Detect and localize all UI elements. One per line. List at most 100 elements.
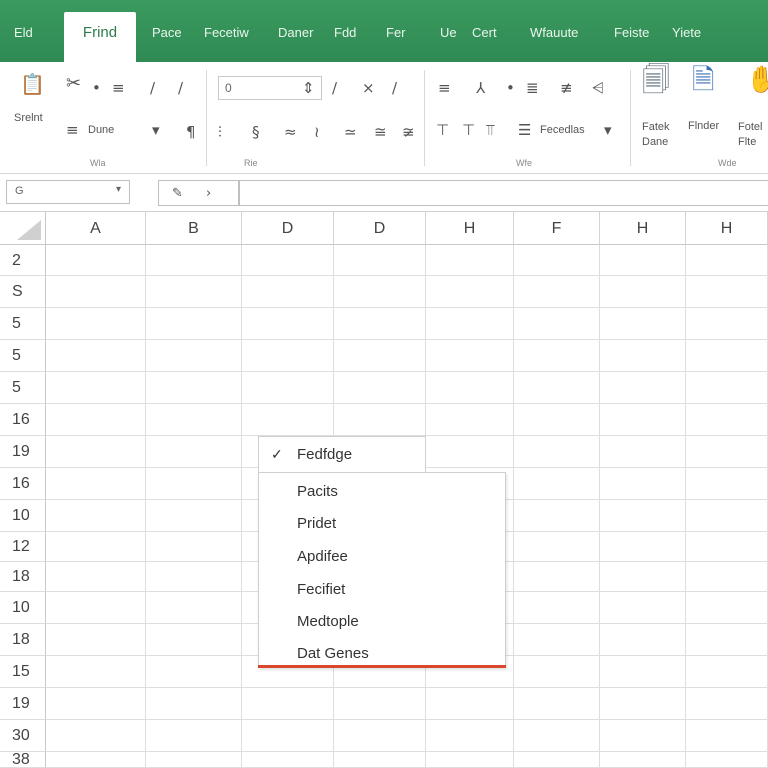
row-header[interactable]: S <box>0 276 46 308</box>
grid-cell[interactable] <box>600 656 686 688</box>
clear-format-icon[interactable]: ≃ <box>344 124 357 140</box>
grid-cell[interactable] <box>686 500 768 532</box>
fill-color-icon[interactable]: ⫶ <box>218 124 222 140</box>
grid-cell[interactable] <box>426 436 514 468</box>
column-header[interactable]: H <box>426 212 514 245</box>
grid-cell[interactable] <box>600 624 686 656</box>
format-as-table-icon[interactable]: 🗐 <box>642 66 670 94</box>
grid-cell[interactable] <box>46 562 146 592</box>
grid-cell[interactable] <box>514 562 600 592</box>
grid-cell[interactable] <box>242 688 334 720</box>
tab-comments[interactable]: Yiete <box>672 12 701 62</box>
align-right-icon[interactable]: ⫪ <box>486 122 494 138</box>
grid-cell[interactable] <box>514 688 600 720</box>
editing-icon[interactable]: ✋ <box>746 67 768 93</box>
grid-cell[interactable] <box>600 404 686 436</box>
row-header[interactable]: 5 <box>0 340 46 372</box>
grid-cell[interactable] <box>146 656 242 688</box>
grid-cell[interactable] <box>426 688 514 720</box>
grid-cell[interactable] <box>600 532 686 562</box>
grid-cell[interactable] <box>242 720 334 752</box>
grid-cell[interactable] <box>426 372 514 404</box>
font-spinner-icon[interactable]: ⇕ <box>302 80 315 96</box>
tab-data[interactable]: Fdd <box>334 12 356 62</box>
grid-cell[interactable] <box>334 340 426 372</box>
grid-cell[interactable] <box>686 276 768 308</box>
grid-cell[interactable] <box>514 436 600 468</box>
font-color-icon[interactable]: § <box>252 124 260 140</box>
grid-cell[interactable] <box>242 276 334 308</box>
row-header[interactable]: 12 <box>0 532 46 562</box>
grid-cell[interactable] <box>600 592 686 624</box>
column-header[interactable]: H <box>686 212 768 245</box>
tab-view[interactable]: Ue <box>440 12 457 62</box>
align-left-icon[interactable]: ⊤ <box>436 122 449 138</box>
tab-home[interactable]: Frind <box>64 12 136 62</box>
row-header[interactable]: 19 <box>0 436 46 468</box>
context-menu-item[interactable]: Dat Genes <box>297 645 369 662</box>
grid-cell[interactable] <box>514 468 600 500</box>
grid-cell[interactable] <box>686 592 768 624</box>
column-header[interactable]: D <box>334 212 426 245</box>
format-painter-icon[interactable]: ∕ <box>150 80 155 96</box>
more-font-icon[interactable]: ≆ <box>402 124 415 140</box>
grid-cell[interactable] <box>686 468 768 500</box>
align-center-icon[interactable]: ⊤ <box>462 122 475 138</box>
cut-icon[interactable]: ✂ <box>66 75 81 93</box>
grid-cell[interactable] <box>334 404 426 436</box>
paste-icon[interactable]: 📋 <box>20 74 45 94</box>
grid-cell[interactable] <box>686 562 768 592</box>
context-menu-item[interactable]: Medtople <box>297 613 359 630</box>
small-dropdown-icon[interactable]: ▾ <box>152 122 160 138</box>
grid-cell[interactable] <box>334 720 426 752</box>
grid-cell[interactable] <box>146 468 242 500</box>
grid-cell[interactable] <box>334 688 426 720</box>
formula-input[interactable] <box>238 180 768 206</box>
name-box[interactable]: G ▾ <box>6 180 130 204</box>
grid-cell[interactable] <box>334 752 426 768</box>
grid-cell[interactable] <box>514 752 600 768</box>
grid-cell[interactable] <box>46 656 146 688</box>
row-header[interactable]: 19 <box>0 688 46 720</box>
tab-page-layout[interactable]: Fecetiw <box>204 12 249 62</box>
wrap-text-icon[interactable]: ≢ <box>560 80 573 96</box>
context-menu-header[interactable]: ✓ Fedfdge <box>258 436 426 472</box>
italic-icon[interactable]: ∕ <box>332 80 337 96</box>
strikethrough-icon[interactable]: ⨯ <box>362 80 375 96</box>
orientation-icon[interactable]: ⅄ <box>476 80 485 96</box>
align-top-icon[interactable]: ≡ <box>438 80 451 96</box>
tab-help[interactable]: Cert <box>472 12 497 62</box>
grid-cell[interactable] <box>46 340 146 372</box>
grid-cell[interactable] <box>46 276 146 308</box>
context-menu-item[interactable]: Apdifee <box>297 548 348 565</box>
row-header[interactable]: 30 <box>0 720 46 752</box>
grid-cell[interactable] <box>334 308 426 340</box>
brush-icon[interactable]: ∕ <box>178 80 183 96</box>
row-header[interactable]: 5 <box>0 308 46 340</box>
grid-cell[interactable] <box>46 532 146 562</box>
grid-cell[interactable] <box>146 720 242 752</box>
grid-cell[interactable] <box>242 308 334 340</box>
grid-cell[interactable] <box>146 688 242 720</box>
grid-cell[interactable] <box>426 752 514 768</box>
grid-cell[interactable] <box>146 592 242 624</box>
grid-cell[interactable] <box>146 532 242 562</box>
grid-cell[interactable] <box>46 372 146 404</box>
tab-share[interactable]: Feiste <box>614 12 649 62</box>
grid-cell[interactable] <box>46 592 146 624</box>
grid-cell[interactable] <box>426 340 514 372</box>
grid-cell[interactable] <box>600 308 686 340</box>
grid-cell[interactable] <box>686 436 768 468</box>
grid-cell[interactable] <box>46 500 146 532</box>
grid-cell[interactable] <box>334 276 426 308</box>
row-header[interactable]: 16 <box>0 404 46 436</box>
grid-cell[interactable] <box>686 656 768 688</box>
grid-cell[interactable] <box>514 404 600 436</box>
column-header[interactable]: D <box>242 212 334 245</box>
grid-cell[interactable] <box>686 404 768 436</box>
grid-cell[interactable] <box>686 372 768 404</box>
grid-cell[interactable] <box>600 372 686 404</box>
row-header[interactable]: 16 <box>0 468 46 500</box>
grid-cell[interactable] <box>686 720 768 752</box>
grid-cell[interactable] <box>514 532 600 562</box>
